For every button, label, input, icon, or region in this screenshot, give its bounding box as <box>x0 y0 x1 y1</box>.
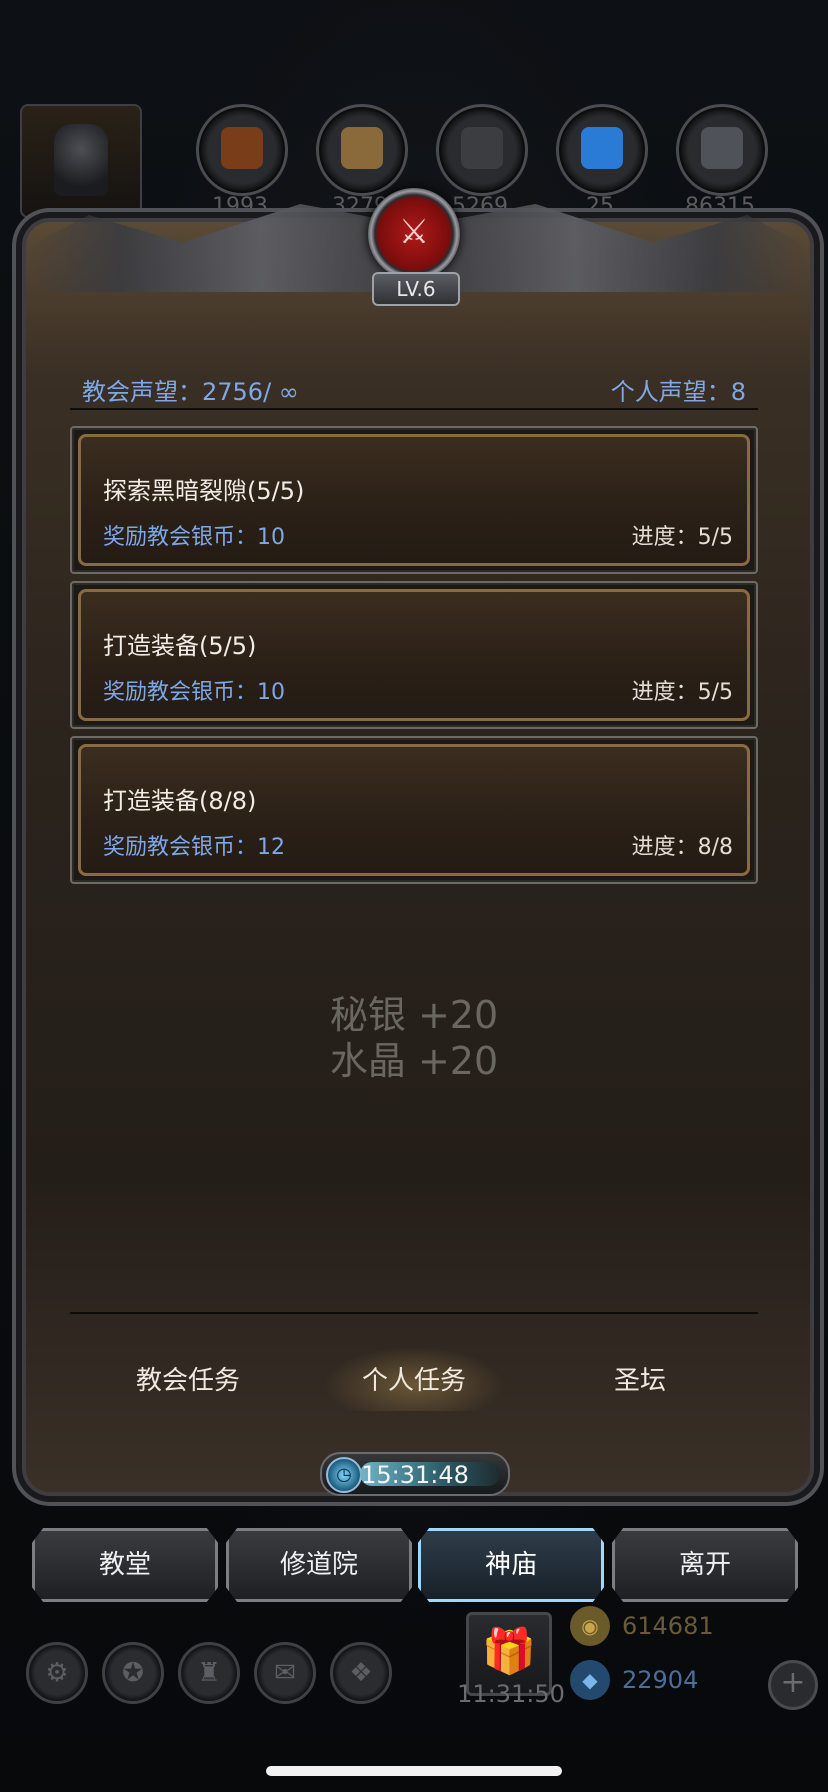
home-indicator[interactable] <box>266 1766 562 1776</box>
timer: ◷ 15:31:48 <box>320 1452 510 1496</box>
reward-crystal: 水晶 +20 <box>329 1039 499 1083</box>
mithril-ingot-icon[interactable] <box>676 104 768 196</box>
plank-icon[interactable] <box>316 104 408 196</box>
gift-timer: 11:31:50 <box>457 1680 565 1708</box>
quest-card[interactable]: 探索黑暗裂隙(5/5) 奖励教会银币：10 进度：5/5 <box>70 426 758 574</box>
level-badge: LV.6 <box>372 272 460 306</box>
quest-title: 打造装备(8/8) <box>103 787 257 815</box>
quest-card[interactable]: 打造装备(5/5) 奖励教会银币：10 进度：5/5 <box>70 581 758 729</box>
gem-value: 22904 <box>622 1666 699 1694</box>
quest-reward: 奖励教会银币：10 <box>103 525 285 550</box>
helmet-icon <box>54 124 108 196</box>
gem-icon: ◆ <box>570 1660 610 1700</box>
nav-monastery-button[interactable]: 修道院 <box>226 1528 412 1602</box>
nav-church-button[interactable]: 教堂 <box>32 1528 218 1602</box>
tab-personal-quests[interactable]: 个人任务 <box>324 1346 504 1411</box>
divider <box>70 1312 758 1314</box>
quest-card[interactable]: 打造装备(8/8) 奖励教会银币：12 进度：8/8 <box>70 736 758 884</box>
quest-title: 探索黑暗裂隙(5/5) <box>103 477 305 505</box>
gold-value: 614681 <box>622 1612 714 1640</box>
castle-icon[interactable]: ♜ <box>178 1642 240 1704</box>
timer-text: 15:31:48 <box>361 1461 469 1489</box>
divider <box>70 408 758 410</box>
reputation-row: 教会声望：2756/ ∞ 个人声望：8 <box>82 372 746 406</box>
personal-reputation: 个人声望：8 <box>610 378 746 406</box>
mail-icon[interactable]: ✉ <box>254 1642 316 1704</box>
quest-reward: 奖励教会银币：12 <box>103 835 285 860</box>
iron-ingot-icon[interactable] <box>436 104 528 196</box>
gold-coin-icon: ◉ <box>570 1606 610 1646</box>
gold-counter: ◉ 614681 <box>570 1606 800 1646</box>
quest-progress: 进度：5/5 <box>631 525 733 550</box>
box-icon[interactable]: ❖ <box>330 1642 392 1704</box>
quest-progress: 进度：8/8 <box>631 835 733 860</box>
church-reputation: 教会声望：2756/ ∞ <box>82 378 299 406</box>
crossed-swords-icon: ⚔ <box>398 212 430 252</box>
crystal-icon[interactable] <box>556 104 648 196</box>
tab-church-quests[interactable]: 教会任务 <box>98 1360 278 1397</box>
nav-leave-button[interactable]: 离开 <box>612 1528 798 1602</box>
settings-gear-icon[interactable]: ⚙ <box>26 1642 88 1704</box>
player-portrait[interactable] <box>20 104 142 218</box>
gem-counter: ◆ 22904 <box>570 1660 800 1700</box>
church-emblem-icon: ⚔ <box>368 188 460 280</box>
achievement-icon[interactable]: ✪ <box>102 1642 164 1704</box>
quest-progress: 进度：5/5 <box>631 680 733 705</box>
quest-reward: 奖励教会银币：10 <box>103 680 285 705</box>
tab-altar[interactable]: 圣坛 <box>550 1360 730 1397</box>
wood-log-icon[interactable] <box>196 104 288 196</box>
quest-title: 打造装备(5/5) <box>103 632 257 660</box>
add-currency-button[interactable]: + <box>768 1660 818 1710</box>
resource-value: 86315 <box>685 194 755 219</box>
nav-temple-button[interactable]: 神庙 <box>418 1528 604 1602</box>
